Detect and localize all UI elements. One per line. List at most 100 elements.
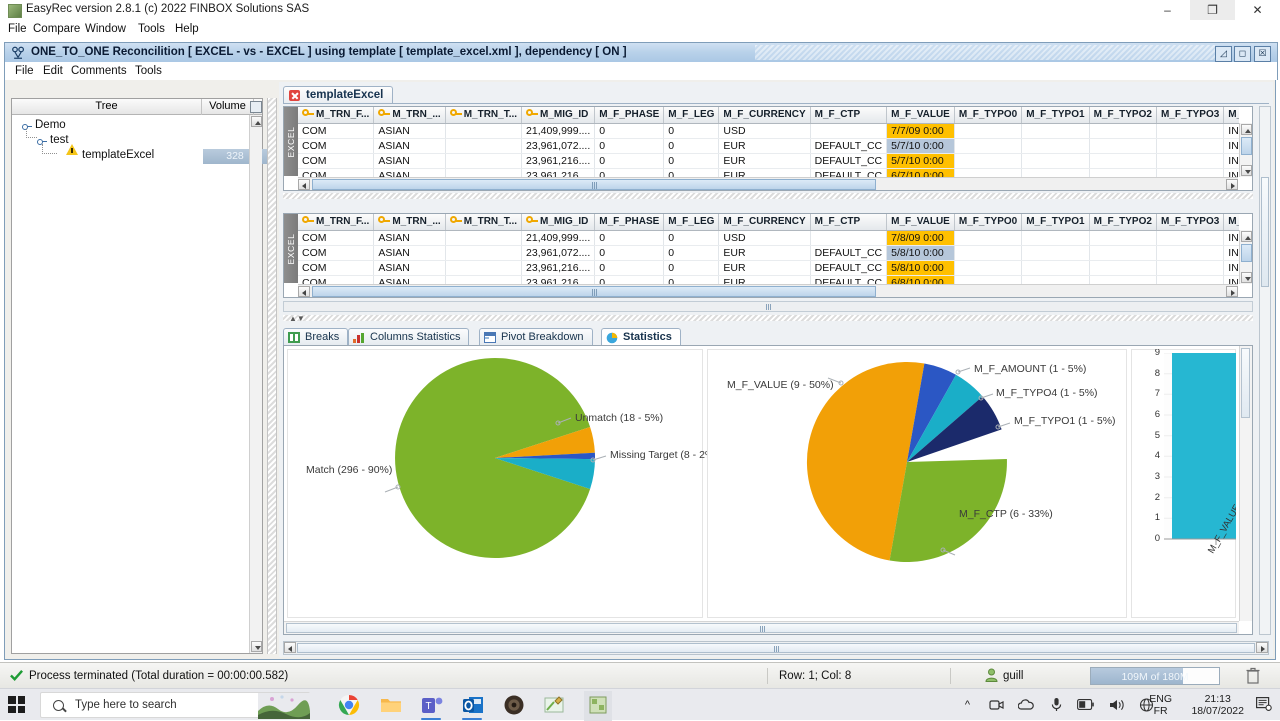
table-cell[interactable]: COM bbox=[298, 245, 375, 261]
news-widget-icon[interactable] bbox=[258, 693, 310, 719]
table-cell[interactable]: DEFAULT_CC bbox=[810, 153, 888, 169]
column-header-m-f-typo2[interactable]: M_F_TYPO2 bbox=[1089, 214, 1157, 231]
table-cell[interactable] bbox=[954, 275, 1023, 284]
table-cell[interactable] bbox=[1156, 138, 1225, 154]
table-cell[interactable]: ASIAN bbox=[373, 153, 446, 169]
scroll-down-button[interactable] bbox=[1241, 165, 1252, 176]
table-cell[interactable] bbox=[954, 123, 1023, 139]
table-cell[interactable] bbox=[445, 230, 523, 246]
table-cell[interactable]: INT bbox=[1223, 123, 1239, 139]
table-cell[interactable]: COM bbox=[298, 260, 375, 276]
language-indicator[interactable]: ENG FR bbox=[1149, 693, 1172, 717]
table-cell[interactable] bbox=[810, 123, 888, 139]
table-cell[interactable] bbox=[954, 245, 1023, 261]
taskbar-clock[interactable]: 21:13 18/07/2022 bbox=[1191, 693, 1244, 717]
window-close-button[interactable]: ✕ bbox=[1235, 0, 1280, 20]
table-cell[interactable] bbox=[810, 230, 888, 246]
column-header-m-trn-[interactable]: M_TRN_... bbox=[373, 214, 446, 231]
outlook-icon[interactable] bbox=[462, 694, 484, 716]
table-cell[interactable] bbox=[1156, 275, 1225, 284]
menu-help[interactable]: Help bbox=[175, 23, 199, 35]
column-header-m-f-typo3[interactable]: M_F_TYPO3 bbox=[1156, 107, 1225, 124]
file-explorer-icon[interactable] bbox=[380, 694, 402, 716]
splitter-expand-button[interactable] bbox=[268, 643, 277, 652]
source-data-grid[interactable]: EXCEL M_TRN_F... M_TRN_... M_TRN_T... M_MIG… bbox=[283, 106, 1253, 191]
table-cell[interactable]: 0 bbox=[594, 123, 665, 139]
column-header-m-f-phase[interactable]: M_F_PHASE bbox=[594, 214, 665, 231]
microphone-icon[interactable] bbox=[1051, 697, 1062, 712]
column-header-m-mig-id[interactable]: M_MIG_ID bbox=[521, 214, 596, 231]
notifications-icon[interactable] bbox=[1256, 697, 1272, 711]
table-cell[interactable] bbox=[1156, 123, 1225, 139]
table-row[interactable]: COM ASIAN 23,961,216.... 0 0 EUR DEFAULT_CC 6/7… bbox=[298, 168, 1239, 177]
scroll-right-button[interactable] bbox=[1226, 179, 1238, 190]
results-splitter[interactable]: ▲▼ bbox=[283, 314, 1253, 323]
mdi-menu-comments[interactable]: Comments bbox=[71, 65, 127, 77]
table-cell[interactable]: EUR bbox=[718, 275, 811, 284]
column-header-m-f-phase[interactable]: M_F_PHASE bbox=[594, 107, 665, 124]
table-cell[interactable]: 0 bbox=[663, 153, 720, 169]
tab-statistics[interactable]: Statistics bbox=[601, 328, 681, 345]
vertical-splitter[interactable] bbox=[267, 98, 277, 654]
column-header-m-f-ctp[interactable]: M_F_CTP bbox=[810, 107, 888, 124]
scroll-left-button[interactable] bbox=[298, 286, 310, 297]
table-cell[interactable]: ASIAN bbox=[373, 260, 446, 276]
column-header-m-trn-t-[interactable]: M_TRN_T... bbox=[445, 107, 523, 124]
scroll-up-button[interactable] bbox=[251, 116, 262, 127]
teams-icon[interactable]: T bbox=[421, 694, 443, 716]
table-cell[interactable]: 0 bbox=[594, 168, 665, 177]
target-data-grid[interactable]: EXCEL M_TRN_F... M_TRN_... M_TRN_T... M_MIG… bbox=[283, 213, 1253, 298]
table-cell[interactable]: COM bbox=[298, 138, 375, 154]
tree-vertical-scrollbar[interactable] bbox=[249, 115, 262, 653]
onedrive-icon[interactable] bbox=[1018, 698, 1034, 712]
table-cell[interactable] bbox=[445, 168, 523, 177]
column-header-m-f-currency[interactable]: M_F_CURRENCY bbox=[718, 107, 811, 124]
close-tab-icon[interactable] bbox=[289, 90, 300, 101]
table-cell[interactable] bbox=[1021, 230, 1090, 246]
table-cell[interactable] bbox=[445, 275, 523, 284]
column-header-m-f-typo1[interactable]: M_F_TYPO1 bbox=[1021, 214, 1090, 231]
table-cell[interactable]: ASIAN bbox=[373, 245, 446, 261]
table-cell[interactable]: 0 bbox=[594, 245, 665, 261]
table-cell[interactable] bbox=[1156, 260, 1225, 276]
table-row[interactable]: COM ASIAN 23,961,072.... 0 0 EUR DEFAULT_CC 5/7… bbox=[298, 138, 1239, 154]
column-header-m-trn-[interactable]: M_TRN_... bbox=[373, 107, 446, 124]
table-cell[interactable]: 0 bbox=[663, 230, 720, 246]
table-cell[interactable]: 5/7/10 0:00 bbox=[886, 153, 955, 169]
table-cell[interactable]: 0 bbox=[594, 275, 665, 284]
tab-columns-statistics[interactable]: Columns Statistics bbox=[348, 328, 470, 345]
table-cell[interactable] bbox=[954, 153, 1023, 169]
paint-icon[interactable] bbox=[544, 694, 566, 716]
target-grid-vscroll[interactable] bbox=[1239, 230, 1252, 284]
table-cell[interactable] bbox=[1089, 168, 1157, 177]
column-header-m-mig-id[interactable]: M_MIG_ID bbox=[521, 107, 596, 124]
scroll-thumb[interactable] bbox=[297, 643, 1255, 653]
table-cell[interactable]: 7/7/09 0:00 bbox=[886, 123, 955, 139]
scroll-thumb[interactable] bbox=[1261, 177, 1269, 287]
app-dark-icon[interactable] bbox=[503, 694, 525, 716]
table-cell[interactable] bbox=[1021, 123, 1090, 139]
table-cell[interactable]: 0 bbox=[663, 260, 720, 276]
table-cell[interactable]: 23,961,072.... bbox=[521, 138, 596, 154]
scroll-left-button[interactable] bbox=[298, 179, 310, 190]
table-cell[interactable]: EUR bbox=[718, 260, 811, 276]
column-header-m-f-typo4[interactable]: M_F_TYPO4 bbox=[1223, 107, 1239, 124]
mdi-close-button[interactable]: ☒ bbox=[1254, 46, 1271, 62]
grids-shared-hscroll[interactable] bbox=[283, 301, 1253, 312]
menu-file[interactable]: File bbox=[8, 23, 27, 35]
menu-compare[interactable]: Compare bbox=[33, 23, 80, 35]
table-cell[interactable]: 0 bbox=[594, 138, 665, 154]
table-cell[interactable] bbox=[1089, 123, 1157, 139]
trash-icon[interactable] bbox=[1246, 667, 1260, 684]
column-header-m-trn-f-[interactable]: M_TRN_F... bbox=[298, 107, 375, 124]
table-cell[interactable]: 6/7/10 0:00 bbox=[886, 168, 955, 177]
table-cell[interactable]: 23,961,072.... bbox=[521, 245, 596, 261]
table-cell[interactable]: 0 bbox=[594, 153, 665, 169]
table-cell[interactable]: 23,961,216.... bbox=[521, 168, 596, 177]
table-cell[interactable] bbox=[1089, 275, 1157, 284]
column-header-m-f-currency[interactable]: M_F_CURRENCY bbox=[718, 214, 811, 231]
charts-horizontal-scrollbar[interactable] bbox=[284, 621, 1239, 634]
table-cell[interactable]: 5/8/10 0:00 bbox=[886, 260, 955, 276]
table-cell[interactable]: 0 bbox=[594, 260, 665, 276]
table-cell[interactable] bbox=[1156, 230, 1225, 246]
